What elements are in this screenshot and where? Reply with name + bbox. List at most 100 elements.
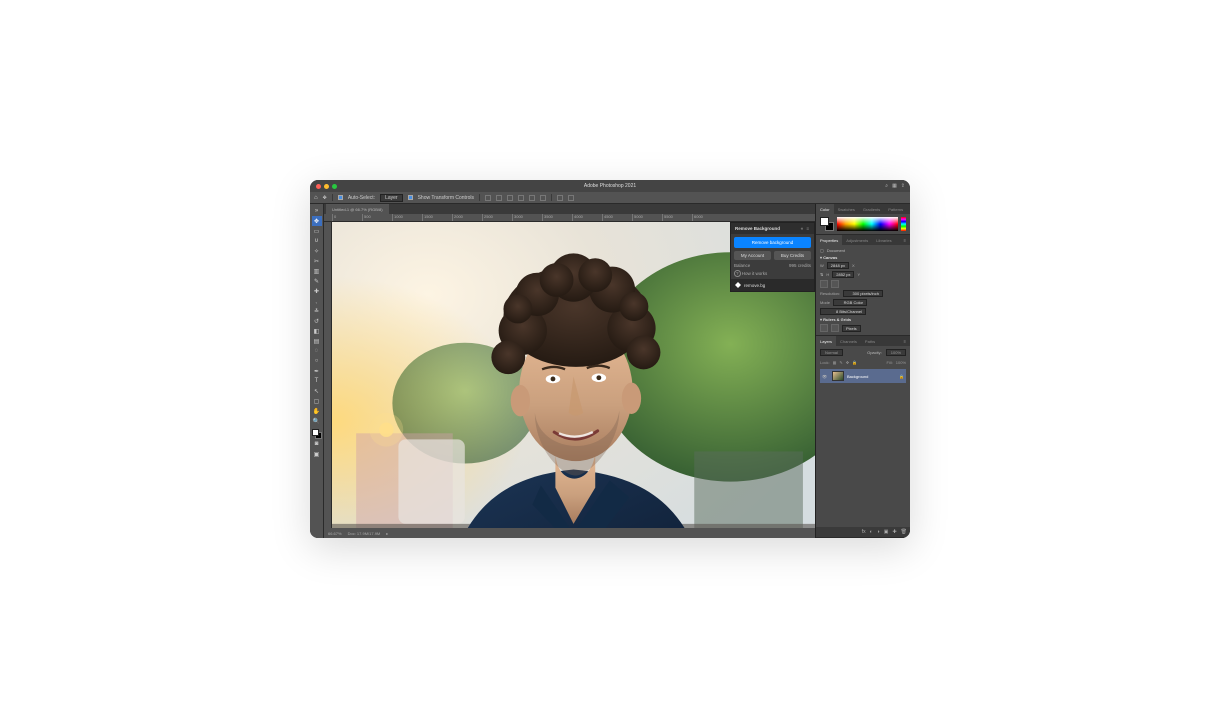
search-icon[interactable]: ⌕ [885,183,888,189]
foreground-background-swatch[interactable] [312,429,322,439]
buy-credits-button[interactable]: Buy Credits [774,251,811,260]
tool-wand[interactable]: ✧ [312,246,322,256]
show-transform-checkbox[interactable] [408,195,413,200]
tool-marquee[interactable]: ▭ [312,226,322,236]
workspace-icon[interactable]: ▦ [892,183,897,189]
my-account-button[interactable]: My Account [734,251,771,260]
adjustment-icon[interactable]: ◑ [877,529,880,535]
status-chevron-icon[interactable]: ▸ [386,531,388,536]
mode-dropdown[interactable]: RGB Color [833,299,867,306]
resolution-field[interactable]: 300 pixels/inch [843,290,883,297]
lock-all-icon[interactable]: 🔒 [852,360,857,365]
layer-name[interactable]: Background [847,374,896,379]
canvas[interactable]: Remove Background « ≡ Remove background … [332,222,815,528]
fx-icon[interactable]: fx [862,529,866,535]
3d-mode-icon[interactable] [568,195,574,201]
tool-brush[interactable]: ˎ [312,296,322,306]
tool-type[interactable]: T [312,376,322,386]
align-bottom-icon[interactable] [540,195,546,201]
canvas-height-field[interactable]: 2852 px [832,271,854,278]
canvas-width-field[interactable]: 2848 px [827,262,849,269]
quick-mask-icon[interactable]: ◙ [312,439,322,449]
orientation-portrait-button[interactable] [820,280,828,288]
fill-field[interactable]: 100% [896,360,906,365]
tool-history[interactable]: ↺ [312,316,322,326]
tool-heal[interactable]: ✚ [312,286,322,296]
tool-frame[interactable]: ▥ [312,266,322,276]
units-dropdown[interactable]: Pixels [842,325,861,332]
tool-shape[interactable]: ▢ [312,396,322,406]
tool-path[interactable]: ↖ [312,386,322,396]
blend-mode-dropdown[interactable]: Normal [820,349,843,356]
plugin-collapse-icon[interactable]: « [801,226,805,231]
auto-select-checkbox[interactable] [338,195,343,200]
tab-color[interactable]: Color [816,204,834,214]
color-swatch[interactable] [820,217,834,231]
home-icon[interactable]: ⌂ [314,195,318,201]
tool-blur[interactable]: ◌ [312,346,322,356]
panel-menu-icon[interactable]: ≡ [907,204,910,214]
lock-transparency-icon[interactable]: ▦ [833,360,837,365]
zoom-value[interactable]: 66.67% [328,531,342,536]
tool-move[interactable]: ✥ [312,216,322,226]
layer-thumbnail[interactable] [832,371,844,381]
tool-eraser[interactable]: ◧ [312,326,322,336]
depth-dropdown[interactable]: 8 Bits/Channel [820,308,866,315]
grid-toggle-button[interactable] [831,324,839,332]
tab-patterns[interactable]: Patterns [884,204,907,214]
color-ramp[interactable] [837,217,898,231]
lock-paint-icon[interactable]: ✎ [839,360,842,365]
rulers-section[interactable]: Rulers & Grids [820,317,906,322]
tool-menu-icon[interactable]: » [312,206,322,216]
ruler-vertical[interactable] [324,222,332,528]
tab-swatches[interactable]: Swatches [834,204,859,214]
tab-layers[interactable]: Layers [816,336,836,346]
opacity-field[interactable]: 100% [886,349,906,356]
foreground-color[interactable] [312,429,319,436]
align-top-icon[interactable] [518,195,524,201]
tool-zoom[interactable]: 🔍 [312,416,322,426]
remove-background-button[interactable]: Remove background [734,237,811,248]
hue-slider[interactable] [901,217,906,231]
tool-hand[interactable]: ✋ [312,406,322,416]
panel-menu-icon[interactable]: ≡ [900,235,910,245]
tool-stamp[interactable]: ≛ [312,306,322,316]
align-vcenter-icon[interactable] [529,195,535,201]
tool-pen[interactable]: ✒ [312,366,322,376]
tool-eyedropper[interactable]: ✎ [312,276,322,286]
layer-row[interactable]: 👁 Background 🔒 [820,369,906,383]
distribute-icon[interactable] [557,195,563,201]
panel-menu-icon[interactable]: ≡ [900,336,910,346]
tool-dodge[interactable]: ○ [312,356,322,366]
auto-select-dropdown[interactable]: Layer [380,194,403,202]
tool-gradient[interactable]: ▤ [312,336,322,346]
tab-gradients[interactable]: Gradients [859,204,884,214]
align-right-icon[interactable] [507,195,513,201]
screen-mode-icon[interactable]: ▣ [312,449,322,459]
group-icon[interactable]: ▣ [884,529,889,535]
tab-paths[interactable]: Paths [861,336,879,346]
visibility-toggle-icon[interactable]: 👁 [822,374,829,379]
tool-crop[interactable]: ✂ [312,256,322,266]
align-hcenter-icon[interactable] [496,195,502,201]
lock-icon[interactable]: 🔒 [899,374,904,379]
tab-properties[interactable]: Properties [816,235,842,245]
new-layer-icon[interactable]: ✚ [892,529,896,535]
align-left-icon[interactable] [485,195,491,201]
plugin-menu-icon[interactable]: ≡ [806,226,810,231]
ruler-toggle-button[interactable] [820,324,828,332]
canvas-section[interactable]: Canvas [820,255,906,260]
document-tab[interactable]: Untitled-1 @ 66.7% (RGB/8) [326,204,389,214]
tab-channels[interactable]: Channels [836,336,861,346]
delete-layer-icon[interactable]: 🗑 [901,529,907,535]
link-icon[interactable]: ⇅ [820,272,823,277]
mask-icon[interactable]: ◐ [870,529,873,535]
tab-libraries[interactable]: Libraries [872,235,895,245]
tab-adjustments[interactable]: Adjustments [842,235,872,245]
help-link[interactable]: ? How it works [734,271,767,276]
tool-lasso[interactable]: ʋ [312,236,322,246]
orientation-landscape-button[interactable] [831,280,839,288]
share-icon[interactable]: ⇪ [901,183,905,189]
ruler-horizontal[interactable]: 0500100015002000250030003500400045005000… [324,214,815,222]
lock-position-icon[interactable]: ✥ [846,360,849,365]
